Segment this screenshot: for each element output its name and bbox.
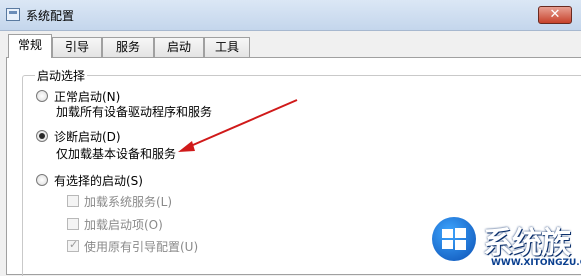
watermark-logo-icon — [432, 217, 476, 261]
tab-general[interactable]: 常规 — [8, 34, 52, 58]
watermark-brand: 系统族 — [483, 226, 571, 261]
watermark-url: WWW.XITONGZU.COM — [491, 258, 581, 268]
